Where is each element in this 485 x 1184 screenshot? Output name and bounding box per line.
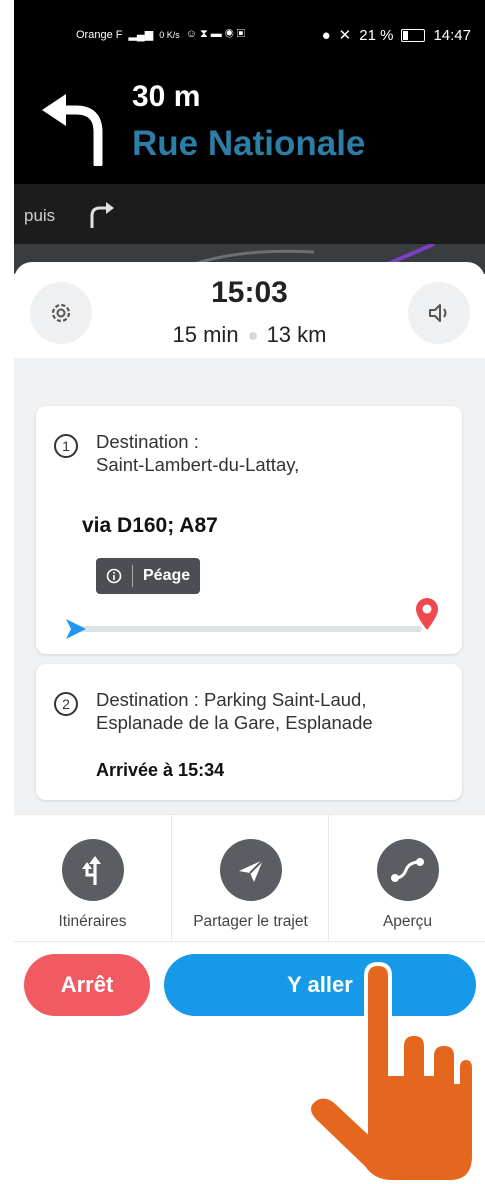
carrier-label: Orange F (76, 28, 123, 41)
destination-text: Destination : Parking Saint-Laud, Esplan… (96, 688, 373, 734)
status-left: Orange F ▂▄▆ 0 K/s ☺ ⧗ ▬ ◉ ▣ (76, 28, 245, 41)
send-icon (220, 839, 282, 901)
data-speed: 0 K/s (159, 29, 180, 40)
app-screen: Orange F ▂▄▆ 0 K/s ☺ ⧗ ▬ ◉ ▣ ● ✕ 21 % 14… (14, 0, 485, 1184)
destination-line: Esplanade de la Gare, Esplanade (96, 712, 373, 733)
routes-icon (62, 839, 124, 901)
share-action[interactable]: Partager le trajet (171, 815, 329, 941)
routes-label: Itinéraires (58, 913, 127, 930)
destination-line: Destination : Parking Saint-Laud, (96, 689, 367, 710)
sound-button[interactable] (408, 282, 470, 344)
destination-text: Destination : Saint-Lambert-du-Lattay, (96, 430, 299, 476)
trip-summary: 15:03 15 min 13 km (14, 262, 485, 358)
mute-icon: ✕ (338, 27, 352, 44)
turn-right-arrow-icon (90, 202, 114, 228)
signal-icon: ▂▄▆ (128, 29, 154, 41)
route-via: via D160; A87 (82, 514, 218, 537)
badge-divider (132, 565, 133, 587)
info-icon (106, 568, 122, 584)
then-label: puis (24, 206, 56, 225)
start-position-icon (66, 619, 86, 639)
clock: 14:47 (433, 26, 471, 44)
share-label: Partager le trajet (193, 913, 308, 930)
route-progress-line (72, 626, 422, 632)
toll-badge[interactable]: Péage (96, 558, 201, 594)
notification-icons: ☺ ⧗ ▬ ◉ ▣ (185, 28, 245, 40)
trip-duration: 15 min (172, 322, 239, 347)
action-bar: Itinéraires Partager le trajet Aperçu (14, 814, 485, 942)
turn-distance: 30 m (132, 80, 201, 113)
route-list: 1 Destination : Saint-Lambert-du-Lattay,… (14, 358, 485, 814)
preview-label: Aperçu (382, 913, 433, 930)
stop-number: 1 (54, 434, 78, 458)
navigation-banner[interactable]: 30 m Rue Nationale (14, 72, 485, 184)
destination-line: Destination : (96, 431, 199, 452)
separator-dot (248, 332, 257, 341)
toll-label: Péage (143, 567, 191, 584)
speaker-icon (429, 304, 447, 322)
turn-left-arrow-icon (42, 94, 103, 166)
status-bar: Orange F ▂▄▆ 0 K/s ☺ ⧗ ▬ ◉ ▣ ● ✕ 21 % 14… (14, 0, 485, 72)
pointing-hand-icon (307, 961, 474, 1184)
status-right: ● ✕ 21 % 14:47 (321, 26, 471, 45)
location-icon: ● (321, 26, 331, 44)
route-card-1[interactable]: 1 Destination : Saint-Lambert-du-Lattay,… (36, 406, 462, 654)
route-preview-icon (377, 839, 439, 901)
battery-percent: 21 % (359, 26, 394, 44)
street-name: Rue Nationale (132, 124, 366, 163)
destination-line: Saint-Lambert-du-Lattay, (96, 454, 300, 475)
destination-pin-icon (416, 598, 438, 630)
stop-button[interactable]: Arrêt (24, 954, 150, 1016)
route-card-2[interactable]: 2 Destination : Parking Saint-Laud, Espl… (36, 664, 462, 800)
preview-action[interactable]: Aperçu (328, 815, 485, 941)
battery-icon (401, 28, 426, 42)
trip-distance: 13 km (266, 322, 327, 347)
next-instruction: puis (14, 184, 485, 244)
routes-action[interactable]: Itinéraires (14, 815, 171, 941)
arrival-label: Arrivée à 15:34 (96, 760, 225, 780)
stop-number: 2 (54, 692, 78, 716)
